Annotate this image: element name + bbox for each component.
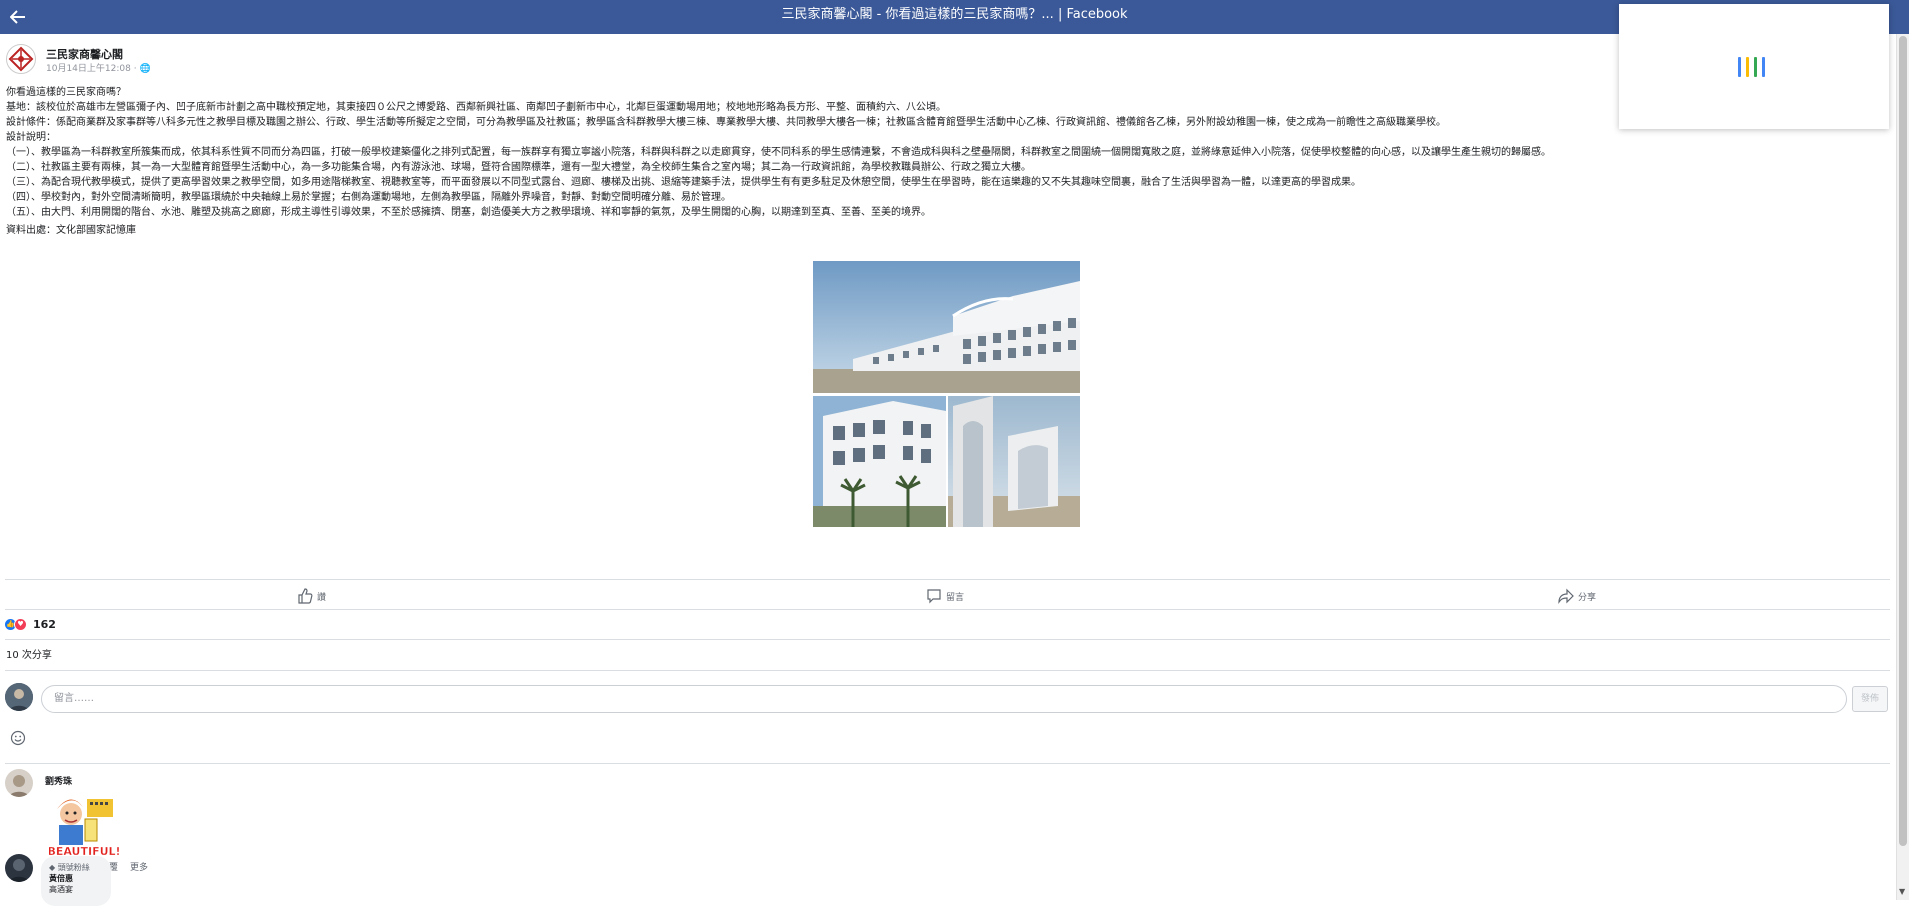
- thumbs-up-icon: [298, 588, 313, 604]
- divider: [5, 609, 1890, 610]
- globe-icon: 🌐: [139, 64, 151, 74]
- post-text-line: （五）、由大門、利用開闊的階台、水池、雕塑及挑高之廊廊，形成主導性引導效果，不至…: [6, 207, 931, 218]
- like-button[interactable]: 讚: [297, 584, 326, 608]
- scroll-down-icon[interactable]: ▼: [1899, 887, 1905, 896]
- comment-more-link[interactable]: 更多: [130, 860, 148, 873]
- post-text-line: （一）、教學區為一科群教室所簇集而成，依其科系性質不同而分為四區，打破一般學校建…: [6, 147, 1551, 158]
- like-label: 讚: [317, 592, 327, 603]
- commenter-avatar[interactable]: [5, 854, 33, 882]
- post-text-line: 設計說明：: [6, 132, 56, 143]
- commenter-avatar[interactable]: [5, 769, 33, 797]
- post-photo-main[interactable]: [813, 261, 1080, 393]
- post-text-line: （三）、為配合現代教學模式，提供了更高學習效果之教學空間，如多用途階梯教室、視聽…: [6, 177, 1361, 188]
- beautiful-sticker: BEAUTIFUL!: [49, 789, 119, 859]
- post-date[interactable]: 10月14日上午12:08 · 🌐: [46, 61, 151, 74]
- post-text-line: （二）、社教區主要有兩棟，其一為一大型體育館暨學生活動中心，為一多功能集合場，內…: [6, 162, 1031, 173]
- comment-text: 高酒宴: [49, 885, 73, 894]
- page-name[interactable]: 三民家商馨心閣: [46, 46, 123, 62]
- comment-bubble: ◆ 頭號粉絲 黃倍惠 高酒宴: [41, 856, 111, 906]
- diamond-icon: ◆: [49, 863, 58, 872]
- post-text-line: 基地：該校位於高雄市左營區彌子內、凹子底新市計劃之高中職校預定地，其東接四０公尺…: [6, 102, 946, 113]
- divider: [5, 579, 1890, 580]
- post-comment-button[interactable]: 發佈: [1852, 686, 1888, 712]
- reaction-count: 162: [33, 617, 56, 631]
- speech-bubble-icon: [927, 589, 941, 604]
- share-button[interactable]: 分享: [1558, 584, 1596, 608]
- page-logo[interactable]: [6, 44, 36, 74]
- scrollbar-thumb[interactable]: [1899, 36, 1907, 846]
- love-reaction-icon: ♥: [14, 617, 27, 631]
- user-avatar[interactable]: [5, 683, 33, 711]
- divider: [5, 639, 1890, 640]
- post-text-line: 資料出處：文化部國家記憶庫: [6, 225, 136, 236]
- post-photo-3[interactable]: [948, 396, 1080, 527]
- divider: [5, 670, 1890, 671]
- commenter-name[interactable]: 劉秀珠: [45, 774, 72, 787]
- share-count[interactable]: 10 次分享: [6, 646, 52, 661]
- comment-label: 留言: [946, 592, 965, 603]
- commenter-name[interactable]: 黃倍惠: [49, 873, 103, 884]
- divider: [5, 763, 1890, 764]
- comment-placeholder: 留言……: [54, 693, 94, 704]
- reactions-summary[interactable]: 👍 ♥ 162: [4, 616, 56, 632]
- post-photo-2[interactable]: [813, 396, 946, 527]
- loading-spinner-icon: [1738, 57, 1765, 77]
- post-text-line: 你看過這樣的三民家商嗎？: [6, 87, 126, 98]
- share-label: 分享: [1578, 592, 1597, 603]
- post-text-line: 設計條件：係配商業群及家事群等八科多元性之教學目標及職園之辦公、行政、學生活動等…: [6, 117, 1446, 128]
- comment-item: [5, 769, 33, 797]
- comment-item: [5, 854, 33, 882]
- share-arrow-icon: [1558, 588, 1574, 604]
- emoji-icon[interactable]: [10, 730, 26, 746]
- post-text-line: （四）、學校對內，對外空間清晰簡明，教學區環繞於中央軸線上易於掌握；右側為運動場…: [6, 192, 731, 203]
- scrollbar[interactable]: ▼: [1896, 34, 1909, 900]
- comment-button[interactable]: 留言: [926, 584, 964, 608]
- top-fan-badge: ◆ 頭號粉絲: [49, 863, 90, 872]
- comment-input[interactable]: 留言……: [41, 685, 1847, 713]
